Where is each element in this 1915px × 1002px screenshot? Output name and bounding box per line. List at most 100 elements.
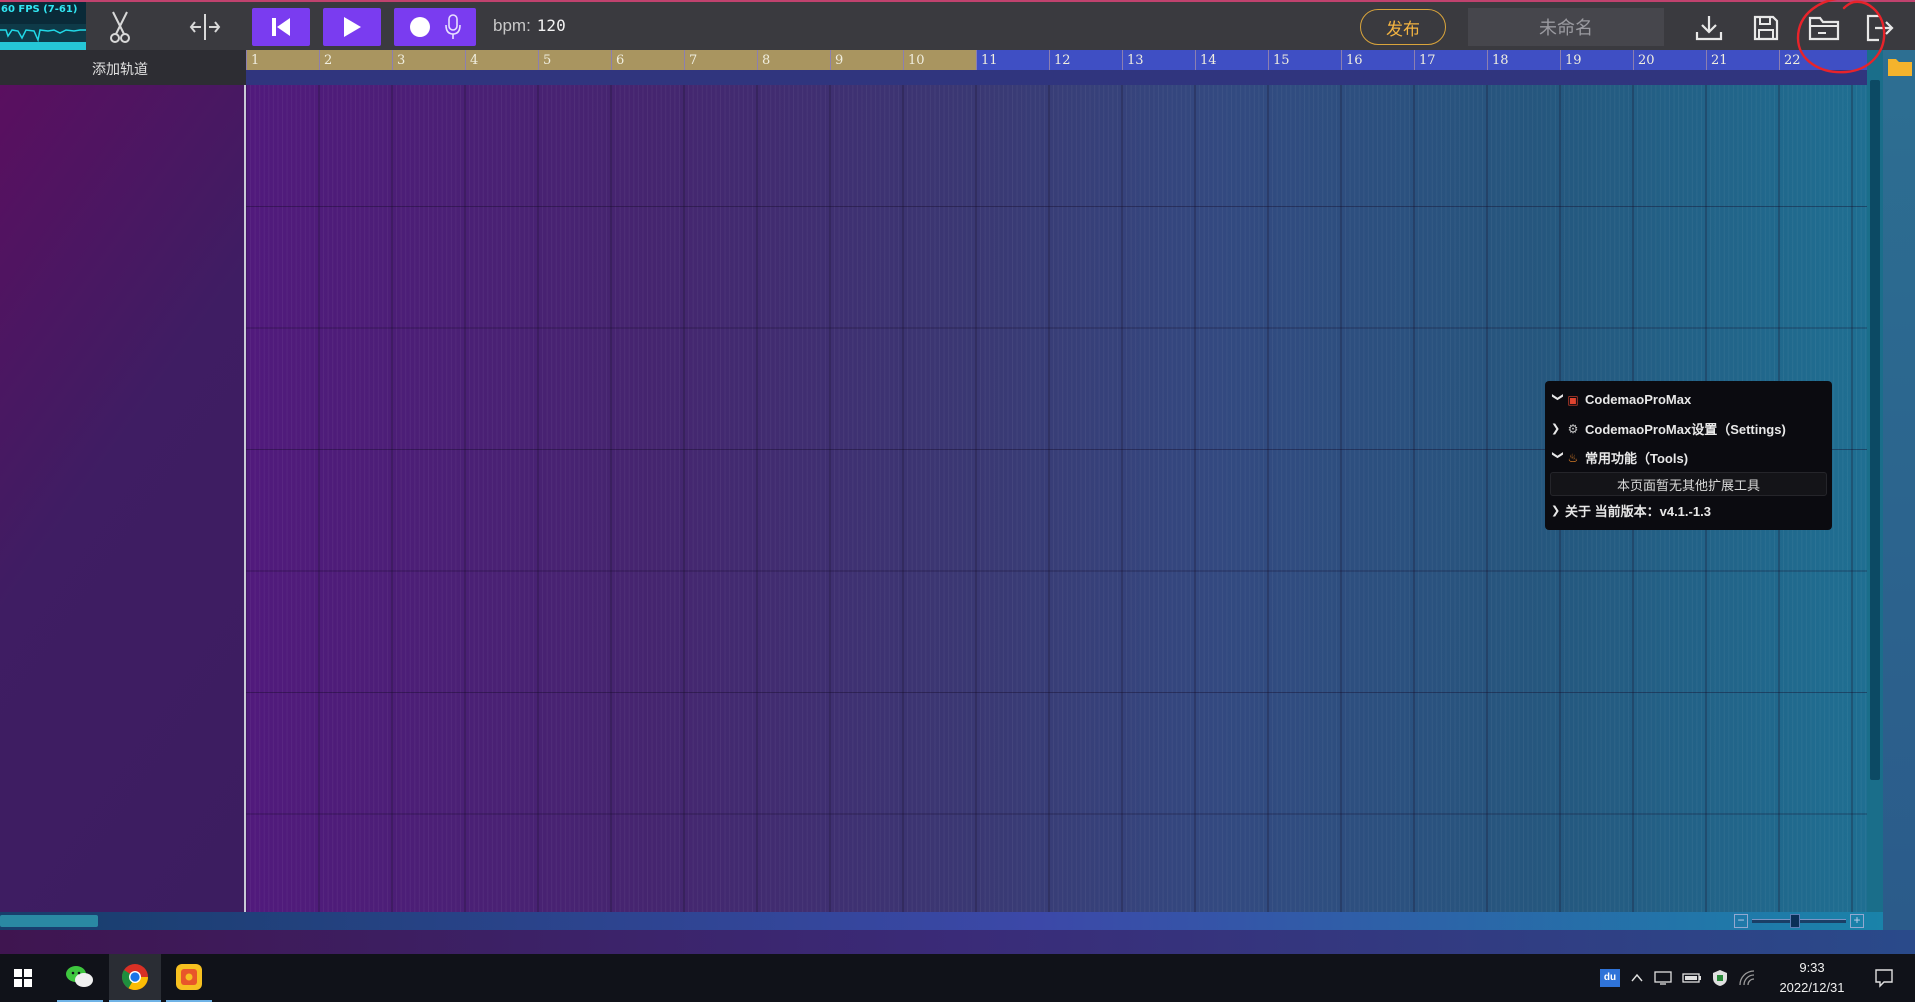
zoom-slider[interactable]: [1752, 914, 1846, 928]
ruler-bar[interactable]: 20: [1633, 50, 1706, 70]
ruler-subdivision-strip: [246, 70, 1867, 85]
zoom-control: − +: [1734, 912, 1864, 930]
timeline-ruler[interactable]: 1 2 3 4 5 6 7 8 9 10 11 12 13 14 15 16 17 18 19 20 21 22: [246, 50, 1867, 70]
play-button[interactable]: [323, 8, 381, 46]
ruler-bar-number: 9: [835, 53, 844, 68]
promax-settings-row[interactable]: ❯ ⚙ CodemaoProMax设置（Settings): [1545, 414, 1832, 443]
zoom-out-button[interactable]: −: [1734, 914, 1748, 928]
ruler-bar-number: 4: [470, 53, 479, 68]
battery-icon[interactable]: [1682, 971, 1702, 985]
ruler-bar[interactable]: 15: [1268, 50, 1341, 70]
promax-about-row[interactable]: ❯ 关于 当前版本：v4.1.-1.3: [1545, 496, 1832, 525]
exit-button[interactable]: [1861, 9, 1899, 47]
promax-title-row[interactable]: ❯ ▣ CodemaoProMax: [1545, 385, 1832, 414]
ruler-bar[interactable]: 14: [1195, 50, 1268, 70]
ruler-bar-number: 16: [1346, 53, 1363, 68]
zoom-slider-knob[interactable]: [1790, 914, 1800, 928]
ruler-bar[interactable]: 7: [684, 50, 757, 70]
fps-label: 60 FPS (7-61): [1, 4, 78, 15]
microphone-icon: [445, 14, 462, 39]
ruler-bar[interactable]: 9: [830, 50, 903, 70]
right-side-strip: [1883, 50, 1915, 962]
ruler-bar-number: 15: [1273, 53, 1290, 68]
ruler-bar[interactable]: 21: [1706, 50, 1779, 70]
ruler-bar-number: 14: [1200, 53, 1217, 68]
ruler-bar[interactable]: 19: [1560, 50, 1633, 70]
top-toolbar: 60 FPS (7-61) bpm: 120 发布 未命名: [0, 0, 1915, 58]
notification-button[interactable]: [1864, 954, 1904, 1002]
ruler-bar-number: 7: [689, 53, 698, 68]
tray-du-icon[interactable]: du: [1600, 969, 1620, 987]
ruler-bar-number: 2: [324, 53, 333, 68]
ruler-bar[interactable]: 1: [246, 50, 319, 70]
scissors-icon: [110, 11, 130, 43]
clock-time: 9:33: [1799, 960, 1825, 975]
rewind-button[interactable]: [252, 8, 310, 46]
windows-logo-icon: [14, 969, 32, 987]
vertical-scroll-thumb[interactable]: [1870, 80, 1880, 780]
chevron-right-icon: ❯: [1551, 505, 1561, 517]
skip-back-icon: [272, 18, 290, 36]
ruler-bar-number: 19: [1565, 53, 1582, 68]
display-icon[interactable]: [1654, 970, 1672, 986]
ruler-bar[interactable]: 5: [538, 50, 611, 70]
record-button[interactable]: [394, 8, 476, 46]
promax-empty-message: 本页面暂无其他扩展工具: [1550, 472, 1827, 496]
horizontal-scrollbar[interactable]: [0, 912, 1883, 930]
promax-tools-row[interactable]: ❯ ♨ 常用功能（Tools): [1545, 443, 1832, 472]
ruler-bar[interactable]: 11: [976, 50, 1049, 70]
security-shield-icon[interactable]: [1712, 969, 1728, 987]
taskbar-chrome[interactable]: [109, 954, 161, 1002]
add-track-button[interactable]: 添加轨道: [92, 59, 148, 79]
project-name-input[interactable]: 未命名: [1468, 8, 1664, 46]
ruler-bar[interactable]: 13: [1122, 50, 1195, 70]
bpm-display[interactable]: bpm: 120: [493, 16, 566, 36]
codemao-promax-panel: ❯ ▣ CodemaoProMax ❯ ⚙ CodemaoProMax设置（Se…: [1545, 381, 1832, 530]
play-icon: [344, 17, 361, 37]
ruler-bar[interactable]: 12: [1049, 50, 1122, 70]
ruler-bar[interactable]: 6: [611, 50, 684, 70]
ruler-bar-number: 1: [251, 53, 260, 68]
wifi-icon[interactable]: [1738, 970, 1756, 986]
bpm-value[interactable]: 120: [537, 16, 566, 35]
split-button[interactable]: [185, 8, 225, 46]
gear-icon: ⚙: [1567, 421, 1579, 436]
ruler-bar[interactable]: 10: [903, 50, 976, 70]
ruler-bar-number: 6: [616, 53, 625, 68]
publish-button[interactable]: 发布: [1360, 9, 1446, 45]
chrome-icon: [121, 964, 149, 991]
system-tray: du: [1600, 954, 1756, 1002]
ruler-bar[interactable]: 18: [1487, 50, 1560, 70]
ruler-bar[interactable]: 17: [1414, 50, 1487, 70]
ruler-bar[interactable]: 4: [465, 50, 538, 70]
ruler-bar[interactable]: 16: [1341, 50, 1414, 70]
ruler-bar[interactable]: 2: [319, 50, 392, 70]
ruler-bar-number: 3: [397, 53, 406, 68]
start-button[interactable]: [8, 954, 38, 1002]
chevron-up-icon[interactable]: [1630, 971, 1644, 985]
taskbar-clock[interactable]: 9:33 2022/12/31: [1767, 958, 1857, 998]
side-folder-button[interactable]: [1886, 55, 1914, 84]
side-folder-icon: [1888, 59, 1912, 76]
save-button[interactable]: [1747, 9, 1785, 47]
record-dot-icon: [409, 17, 430, 37]
bottom-strip: [0, 930, 1915, 954]
clock-date: 2022/12/31: [1779, 980, 1845, 995]
track-list-panel: [0, 85, 246, 912]
horizontal-scroll-thumb[interactable]: [0, 915, 98, 927]
ruler-bar-number: 17: [1419, 53, 1436, 68]
bpm-label: bpm:: [493, 16, 531, 35]
taskbar-codemao[interactable]: [166, 954, 212, 1002]
vertical-scrollbar[interactable]: [1867, 50, 1883, 912]
zoom-in-button[interactable]: +: [1850, 914, 1864, 928]
chevron-down-icon: ❯: [1551, 450, 1564, 460]
ruler-bar[interactable]: 22: [1779, 50, 1852, 70]
download-button[interactable]: [1690, 9, 1728, 47]
promax-settings-label: CodemaoProMax设置（Settings): [1585, 422, 1786, 437]
ruler-bar[interactable]: 8: [757, 50, 830, 70]
toolbox-icon: ▣: [1567, 392, 1579, 407]
cut-button[interactable]: [100, 8, 140, 46]
ruler-bar[interactable]: 3: [392, 50, 465, 70]
taskbar-wechat[interactable]: [57, 954, 103, 1002]
open-folder-button[interactable]: [1805, 9, 1843, 47]
